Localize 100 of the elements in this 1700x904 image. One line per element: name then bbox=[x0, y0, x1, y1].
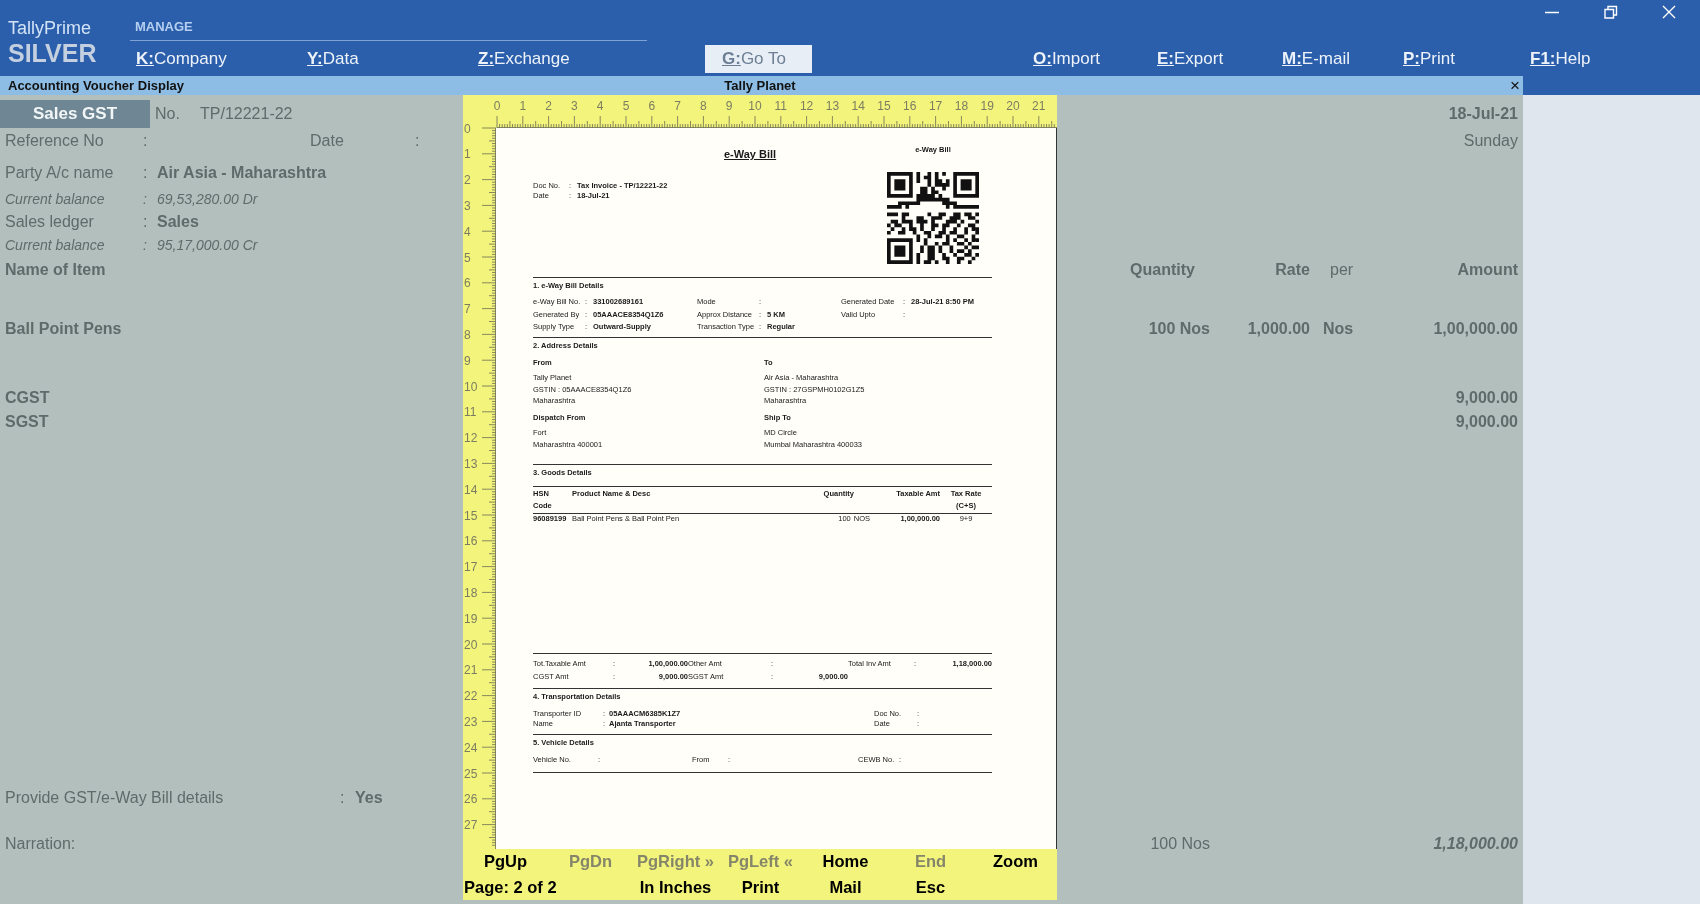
ruler-number: 12 bbox=[464, 431, 478, 446]
ruler-number: 25 bbox=[464, 766, 478, 781]
ledger-value: Sales bbox=[157, 213, 199, 230]
field-separator: : bbox=[340, 789, 345, 806]
ruler-number: 3 bbox=[464, 198, 471, 213]
balance-value: 95,17,000.00 Cr bbox=[157, 237, 258, 253]
voucher-number: TP/12221-22 bbox=[200, 105, 293, 123]
ruler-number: 1 bbox=[464, 147, 471, 162]
ruler-number: 8 bbox=[464, 327, 471, 342]
page-indicator: Page: 2 of 2 bbox=[463, 877, 557, 897]
ledger-value: Air Asia - Maharashtra bbox=[157, 164, 327, 181]
total-amount: 1,18,000.00 bbox=[1433, 835, 1518, 852]
column-header: Amount bbox=[1457, 261, 1518, 278]
shortcut-button[interactable]: Esc bbox=[915, 877, 946, 897]
menu-item[interactable]: M:E-mail bbox=[1282, 44, 1350, 73]
table-cell: 1,00,000.00 bbox=[1433, 320, 1518, 337]
field-separator: : bbox=[143, 213, 148, 230]
ruler-number: 10 bbox=[464, 379, 478, 394]
ruler-number: 17 bbox=[464, 560, 478, 575]
field-label: Date bbox=[310, 132, 345, 150]
ruler-number: 19 bbox=[980, 99, 994, 113]
ruler-number: 2 bbox=[464, 173, 471, 188]
ruler-number: 13 bbox=[825, 99, 840, 113]
field-label: Reference No bbox=[5, 132, 104, 149]
ruler-number: 14 bbox=[464, 482, 478, 497]
field-label: Provide GST/e-Way Bill details bbox=[5, 789, 224, 806]
shortcut-button[interactable]: PgUp bbox=[483, 852, 528, 871]
field-separator: : bbox=[415, 132, 420, 150]
column-header: Rate bbox=[1275, 261, 1310, 278]
ruler-number: 12 bbox=[799, 99, 814, 113]
window-title: Accounting Voucher Display bbox=[8, 78, 184, 93]
ruler-number: 1 bbox=[519, 99, 527, 113]
menu-item[interactable]: O:Import bbox=[1033, 44, 1101, 73]
menu-item[interactable]: E:Export bbox=[1157, 44, 1224, 73]
close-icon[interactable] bbox=[1662, 5, 1676, 21]
ruler-number: 15 bbox=[877, 99, 891, 113]
ruler-number: 0 bbox=[493, 99, 501, 113]
ruler-number: 23 bbox=[464, 714, 478, 729]
menu-item[interactable]: K:Company bbox=[136, 44, 227, 73]
field-separator: : bbox=[143, 237, 147, 253]
ledger-name: CGST bbox=[5, 389, 50, 406]
table-cell: 100 Nos bbox=[1148, 320, 1210, 337]
ruler-number: 20 bbox=[464, 637, 478, 652]
ruler-number: 19 bbox=[464, 611, 478, 626]
field-separator: : bbox=[143, 164, 148, 181]
ruler-number: 14 bbox=[851, 99, 865, 113]
column-header: Quantity bbox=[1130, 261, 1195, 278]
ruler-number: 27 bbox=[464, 818, 478, 833]
table-cell: 1,000.00 bbox=[1247, 320, 1310, 337]
balance-value: 69,53,280.00 Dr bbox=[157, 191, 258, 207]
menu-item[interactable]: F1:Help bbox=[1530, 44, 1591, 73]
edition-label: SILVER bbox=[8, 40, 97, 66]
field-label: Current balance bbox=[5, 237, 105, 253]
field-label: Narration: bbox=[5, 835, 76, 852]
close-button[interactable]: × bbox=[1510, 77, 1520, 94]
table-cell: 9,000.00 bbox=[1455, 413, 1518, 430]
field-label: Current balance bbox=[5, 191, 105, 207]
menu-item[interactable]: P:Print bbox=[1403, 44, 1455, 73]
voucher-day: Sunday bbox=[1463, 132, 1518, 150]
voucher-date: 18-Jul-21 bbox=[1448, 105, 1518, 123]
ruler-number: 9 bbox=[725, 99, 733, 113]
field-label: No. bbox=[155, 105, 181, 123]
ruler-number: 6 bbox=[648, 99, 656, 113]
ruler-number: 2 bbox=[545, 99, 552, 113]
ruler-number: 21 bbox=[1032, 99, 1046, 113]
shortcut-button[interactable]: In Inches bbox=[639, 877, 712, 897]
ruler-number: 11 bbox=[774, 99, 788, 113]
ruler-number: 13 bbox=[464, 456, 478, 471]
table-cell: Nos bbox=[1323, 320, 1354, 337]
field-label: Sales ledger bbox=[5, 213, 94, 230]
ruler-number: 8 bbox=[700, 99, 707, 113]
ruler-number: 18 bbox=[464, 585, 478, 600]
total-quantity: 100 Nos bbox=[1150, 835, 1210, 852]
document-title: e-Way Bill bbox=[724, 147, 777, 161]
ruler-number: 16 bbox=[464, 534, 478, 549]
menu-item[interactable]: Y:Data bbox=[307, 44, 359, 73]
shortcut-button[interactable]: Mail bbox=[829, 877, 862, 897]
shortcut-button[interactable]: Home bbox=[822, 852, 869, 871]
ruler-number: 18 bbox=[954, 99, 969, 113]
ruler-number: 15 bbox=[464, 508, 478, 523]
shortcut-button[interactable]: Zoom bbox=[993, 852, 1038, 871]
product-name: TallyPrime bbox=[8, 18, 91, 38]
ruler-number: 11 bbox=[464, 405, 477, 420]
ruler-number: 7 bbox=[464, 302, 471, 317]
ruler-number: 9 bbox=[464, 353, 471, 368]
ruler-number: 16 bbox=[903, 99, 917, 113]
ruler-number: 24 bbox=[464, 740, 478, 755]
ruler-number: 0 bbox=[464, 121, 471, 136]
column-header: per bbox=[1330, 261, 1354, 278]
restore-icon[interactable] bbox=[1604, 5, 1618, 21]
ruler-number: 26 bbox=[464, 792, 478, 807]
dialog-title: Tally Planet bbox=[724, 78, 796, 93]
ruler-number: 22 bbox=[464, 689, 478, 704]
menu-section-title: MANAGE bbox=[135, 19, 193, 34]
field-separator: : bbox=[143, 191, 147, 207]
menu-item[interactable]: Z:Exchange bbox=[478, 44, 570, 73]
field-separator: : bbox=[143, 132, 148, 149]
shortcut-button[interactable]: Print bbox=[741, 877, 780, 897]
item-name: Ball Point Pens bbox=[5, 320, 122, 337]
ruler-number: 17 bbox=[928, 99, 943, 113]
